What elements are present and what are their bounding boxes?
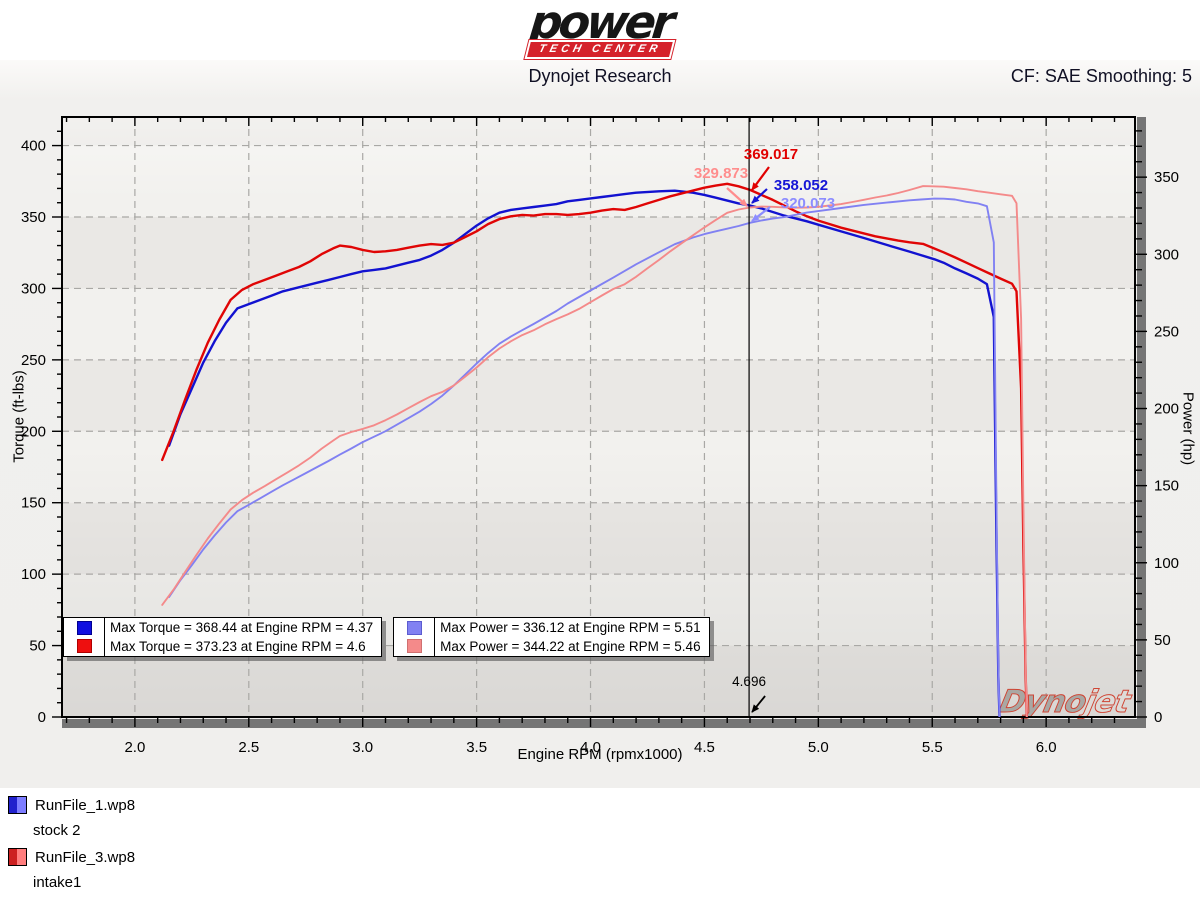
legend-swatch-column xyxy=(64,618,105,656)
annotation-value-label: 320.073 xyxy=(781,195,835,212)
torque-tick-label: 300 xyxy=(21,280,46,297)
power-tick-label: 250 xyxy=(1154,323,1179,340)
dyno-report-page: { "logo": { "word": "power", "band": "TE… xyxy=(0,0,1200,911)
stock-torque-swatch xyxy=(77,621,92,635)
intake-power-swatch xyxy=(407,639,422,653)
torque-tick-label: 400 xyxy=(21,138,46,155)
max-torque-legend-box: Max Torque = 368.44 at Engine RPM = 4.37… xyxy=(63,617,382,657)
logo-tagline: TECH CENTER xyxy=(525,40,676,59)
power-tick-label: 0 xyxy=(1154,709,1162,726)
max-power-legend-box: Max Power = 336.12 at Engine RPM = 5.51 … xyxy=(393,617,709,657)
run-file-list: RunFile_1.wp8 stock 2 RunFile_3.wp8 inta… xyxy=(8,792,135,896)
runfile3-name: RunFile_3.wp8 xyxy=(35,849,135,866)
annotation-value-label: 329.873 xyxy=(694,165,748,182)
bottom-bezel-strip xyxy=(62,719,1146,728)
torque-axis-title: Torque (ft-lbs) xyxy=(11,362,28,472)
logo-word: power xyxy=(528,4,673,42)
runfile3-color-swatch xyxy=(8,848,27,866)
run-file-row: RunFile_1.wp8 xyxy=(8,792,135,818)
runfile3-note: intake1 xyxy=(33,870,135,896)
runfile1-name: RunFile_1.wp8 xyxy=(35,797,135,814)
dyno-chart-canvas: Dynojet2.02.53.03.54.04.55.05.56.0050100… xyxy=(0,0,1200,911)
annotation-value-label: 358.052 xyxy=(774,177,828,194)
max-power-intake-label: Max Power = 344.22 at Engine RPM = 5.46 xyxy=(440,638,700,655)
power-tech-center-logo: power TECH CENTER xyxy=(527,4,673,59)
torque-tick-label: 50 xyxy=(29,638,46,655)
max-torque-stock-label: Max Torque = 368.44 at Engine RPM = 4.37 xyxy=(110,619,373,636)
dynojet-watermark: Dynojet xyxy=(996,684,1134,720)
runfile1-note: stock 2 xyxy=(33,818,135,844)
power-tick-label: 100 xyxy=(1154,555,1179,572)
legend-text-column: Max Power = 336.12 at Engine RPM = 5.51 … xyxy=(435,618,708,656)
run-file-row: RunFile_3.wp8 xyxy=(8,844,135,870)
power-tick-label: 350 xyxy=(1154,169,1179,186)
legend-swatch-column xyxy=(394,618,435,656)
stock-power-swatch xyxy=(407,621,422,635)
power-tick-label: 50 xyxy=(1154,632,1171,649)
legend-text-column: Max Torque = 368.44 at Engine RPM = 4.37… xyxy=(105,618,381,656)
annotation-value-label: 369.017 xyxy=(744,146,798,163)
power-tick-label: 200 xyxy=(1154,401,1179,418)
max-values-legend: Max Torque = 368.44 at Engine RPM = 4.37… xyxy=(63,617,710,657)
torque-tick-label: 100 xyxy=(21,566,46,583)
cursor-rpm-label: 4.696 xyxy=(732,674,766,689)
torque-tick-label: 150 xyxy=(21,495,46,512)
rpm-axis-title: Engine RPM (rpmx1000) xyxy=(0,746,1200,763)
power-axis-title: Power (hp) xyxy=(1180,384,1197,474)
runfile1-color-swatch xyxy=(8,796,27,814)
torque-tick-label: 350 xyxy=(21,209,46,226)
max-power-stock-label: Max Power = 336.12 at Engine RPM = 5.51 xyxy=(440,619,700,636)
cf-smoothing-label: CF: SAE Smoothing: 5 xyxy=(1011,66,1192,87)
power-tick-label: 150 xyxy=(1154,478,1179,495)
max-torque-intake-label: Max Torque = 373.23 at Engine RPM = 4.6 xyxy=(110,638,373,655)
header-strip: Dynojet Research CF: SAE Smoothing: 5 xyxy=(0,62,1200,94)
intake-torque-swatch xyxy=(77,639,92,653)
power-tick-label: 300 xyxy=(1154,246,1179,263)
torque-tick-label: 0 xyxy=(38,709,46,726)
